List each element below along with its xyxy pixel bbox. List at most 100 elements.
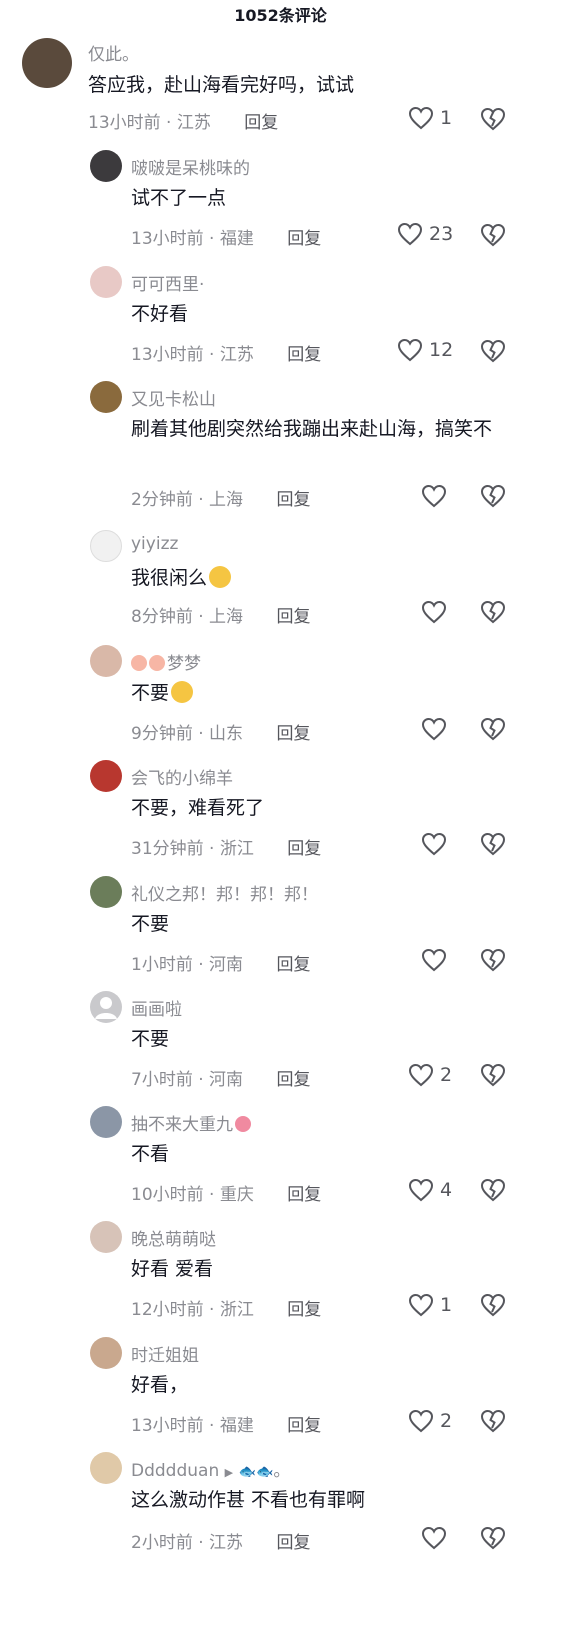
like-button[interactable]: 1 [408, 1293, 452, 1317]
comment-region: 江苏 [219, 345, 254, 365]
dislike-button[interactable] [480, 1178, 506, 1202]
pig-icon [235, 1116, 251, 1132]
comment-author[interactable]: 梦梦 [131, 649, 201, 674]
heart-icon [421, 1526, 447, 1550]
dislike-button[interactable] [480, 948, 506, 972]
laughing-crying-emoji-icon [171, 681, 194, 703]
meta-separator: · [198, 724, 204, 744]
dislike-button[interactable] [480, 107, 506, 131]
broken-heart-icon [480, 948, 506, 972]
reply-button[interactable]: 回复 [244, 113, 278, 133]
like-button[interactable] [421, 717, 447, 741]
like-button[interactable]: 1 [408, 106, 452, 130]
avatar[interactable] [90, 1106, 122, 1138]
meta-separator: · [209, 229, 215, 249]
reply-button[interactable]: 回复 [287, 229, 321, 249]
like-button[interactable] [421, 600, 447, 624]
dislike-button[interactable] [480, 1526, 506, 1550]
like-count: 1 [440, 107, 453, 129]
comment-author[interactable]: 可可西里· [131, 270, 204, 295]
comment-author-name: Ddddduan [131, 1461, 220, 1481]
avatar[interactable] [90, 645, 122, 677]
reply-button[interactable]: 回复 [287, 839, 321, 859]
avatar[interactable] [90, 150, 122, 182]
meta-separator: · [198, 490, 204, 510]
like-button[interactable]: 4 [408, 1178, 452, 1202]
like-button[interactable]: 23 [397, 222, 453, 246]
comment-meta: 2分钟前 · 上海 回复 [131, 485, 310, 510]
avatar[interactable] [90, 381, 122, 413]
like-button[interactable]: 12 [397, 338, 453, 362]
reply-button[interactable]: 回复 [276, 724, 310, 744]
avatar[interactable] [22, 38, 72, 88]
avatar[interactable] [90, 991, 122, 1023]
comment-meta: 13小时前 · 福建 回复 [131, 224, 321, 249]
heart-icon [408, 1409, 434, 1433]
comment-meta: 2小时前 · 江苏 回复 [131, 1528, 310, 1553]
like-count: 12 [429, 339, 454, 361]
reply-button[interactable]: 回复 [276, 1533, 310, 1553]
avatar[interactable] [90, 1337, 122, 1369]
avatar[interactable] [90, 530, 122, 562]
comment-time: 13小时前 [131, 345, 204, 365]
comment-author[interactable]: yiyizz [131, 534, 178, 554]
dislike-button[interactable] [480, 223, 506, 247]
like-button[interactable]: 2 [408, 1409, 452, 1433]
avatar[interactable] [90, 876, 122, 908]
reply-button[interactable]: 回复 [287, 1416, 321, 1436]
reply-button[interactable]: 回复 [276, 490, 310, 510]
heart-icon [408, 1178, 434, 1202]
like-count: 1 [440, 1294, 453, 1316]
dislike-button[interactable] [480, 484, 506, 508]
comment-author[interactable]: 礼仪之邦！邦！邦！邦！ [131, 880, 318, 905]
dislike-button[interactable] [480, 1063, 506, 1087]
comment-region: 上海 [209, 607, 244, 627]
comment-author[interactable]: 画画啦 [131, 995, 182, 1020]
dislike-button[interactable] [480, 1293, 506, 1317]
reply-button[interactable]: 回复 [287, 345, 321, 365]
play-icon: ▶ [224, 1466, 234, 1479]
dislike-button[interactable] [480, 1409, 506, 1433]
avatar[interactable] [90, 1452, 122, 1484]
comment-meta: 13小时前 · 江苏 回复 [131, 340, 321, 365]
comment-time: 13小时前 [131, 229, 204, 249]
reply-button[interactable]: 回复 [276, 955, 310, 975]
like-button[interactable] [421, 1526, 447, 1550]
comment-region: 浙江 [219, 1300, 254, 1320]
like-count: 4 [440, 1179, 453, 1201]
dislike-button[interactable] [480, 832, 506, 856]
comment-region: 浙江 [219, 839, 254, 859]
comment-author[interactable]: 仅此。 [88, 40, 139, 65]
reply-button[interactable]: 回复 [287, 1300, 321, 1320]
dislike-button[interactable] [480, 600, 506, 624]
comment-author[interactable]: 抽不来大重九 [131, 1110, 251, 1135]
dislike-button[interactable] [480, 339, 506, 363]
like-button[interactable] [421, 484, 447, 508]
avatar[interactable] [90, 760, 122, 792]
comment-author[interactable]: 晚总萌萌哒 [131, 1225, 216, 1250]
comment-meta: 13小时前 · 福建 回复 [131, 1411, 321, 1436]
comment-author[interactable]: 会飞的小绵羊 [131, 764, 233, 789]
fish-icon: 🐟 [255, 1464, 274, 1480]
comment-author[interactable]: Ddddduan ▶ 🐟🐟。 [131, 1456, 290, 1481]
avatar[interactable] [90, 266, 122, 298]
comment-author[interactable]: 又见卡松山 [131, 385, 216, 410]
like-button[interactable] [421, 832, 447, 856]
comment-author[interactable]: 时迁姐姐 [131, 1341, 199, 1366]
dislike-button[interactable] [480, 717, 506, 741]
like-button[interactable] [421, 948, 447, 972]
comment-text: 好看 爱看 [131, 1258, 214, 1280]
like-count: 2 [440, 1064, 453, 1086]
comment-region: 山东 [209, 724, 244, 744]
comment-text: 我很闲么 [131, 563, 232, 593]
like-count: 23 [429, 223, 454, 245]
reply-button[interactable]: 回复 [287, 1185, 321, 1205]
reply-button[interactable]: 回复 [276, 607, 310, 627]
avatar[interactable] [90, 1221, 122, 1253]
meta-separator: · [209, 1416, 215, 1436]
like-button[interactable]: 2 [408, 1063, 452, 1087]
broken-heart-icon [480, 1293, 506, 1317]
comment-author[interactable]: 啵啵是呆桃味的 [131, 154, 250, 179]
reply-button[interactable]: 回复 [276, 1070, 310, 1090]
meta-separator: · [198, 607, 204, 627]
